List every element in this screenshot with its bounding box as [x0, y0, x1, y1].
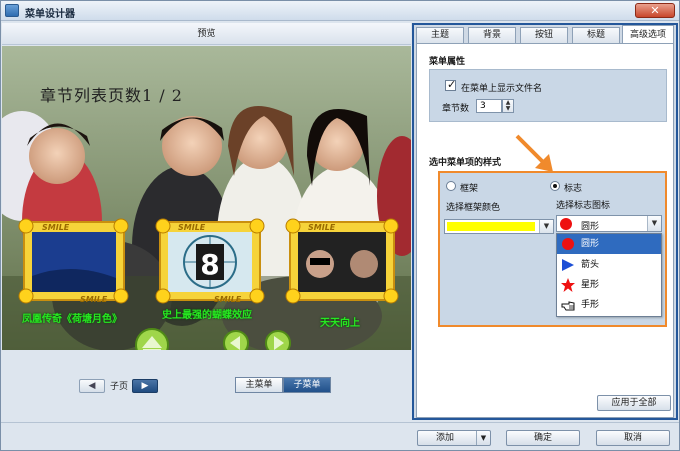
frame-text-1: SMILE — [42, 223, 70, 232]
frame-color-picker[interactable]: ▼ — [444, 219, 554, 234]
show-filename-checkbox[interactable]: ✓ — [445, 78, 457, 91]
menu-item-label-1[interactable]: 凤凰传奇《荷塘月色》 — [22, 310, 122, 325]
dropdown-item-arrow[interactable]: 箭头 — [557, 255, 661, 275]
prev-subpage-button[interactable]: ◀ — [79, 379, 105, 393]
thumbnail-number: 8 — [200, 248, 219, 281]
dropdown-item-star[interactable]: 星形 — [557, 275, 661, 295]
dialog-footer: 添加 ▼ 确定 取消 — [1, 422, 679, 450]
preview-navigation: ◀ 子页 ▶ 主菜单 子菜单 — [2, 363, 411, 393]
settings-panel: 主题 背景 按钮 标题 高级选项 菜单属性 ✓ 在菜单上显示文件名 章节数 3 … — [412, 23, 678, 420]
star-icon — [561, 278, 575, 292]
frame-radio[interactable] — [446, 181, 456, 191]
tab-background[interactable]: 背景 — [468, 27, 516, 43]
arrow-icon — [562, 259, 574, 271]
sub-menu-button[interactable]: 子菜单 — [283, 377, 331, 393]
preview-panel: 预览 8 SMILE SMILE SMILE SMILE SMILE 章节列表页… — [2, 23, 411, 420]
menu-item-label-2[interactable]: 史上最强的蝴蝶效应 — [162, 306, 252, 321]
tab-buttons[interactable]: 按钮 — [520, 27, 568, 43]
advanced-options-page: 菜单属性 ✓ 在菜单上显示文件名 章节数 3 ▲ ▼ 选中菜单项的样式 框架 标… — [416, 43, 674, 418]
frame-color-swatch — [447, 222, 535, 231]
ok-button[interactable]: 确定 — [506, 430, 580, 446]
marker-icon-label: 选择标志图标 — [556, 201, 611, 211]
chevron-down-icon[interactable]: ▼ — [476, 431, 490, 445]
chapter-count-label: 章节数 — [442, 104, 470, 114]
marker-icon-value: 圆形 — [581, 222, 600, 232]
tab-theme[interactable]: 主题 — [416, 27, 464, 43]
dropdown-item-hand[interactable]: 手形 — [557, 295, 661, 315]
menu-preview-canvas: 8 SMILE SMILE SMILE SMILE SMILE 章节列表页数1 … — [2, 46, 411, 350]
frame-text-4: SMILE — [80, 295, 108, 304]
main-menu-button[interactable]: 主菜单 — [235, 377, 283, 393]
title-bar: 菜单设计器 ✕ — [1, 1, 679, 21]
app-icon — [5, 4, 19, 17]
selected-style-title: 选中菜单项的样式 — [429, 158, 502, 168]
frame-text-2: SMILE — [178, 223, 206, 232]
prev-page-nav-icon[interactable] — [223, 330, 249, 350]
menu-designer-window: 菜单设计器 ✕ 预览 8 SMILE SMILE SMILE SMILE SMI… — [0, 0, 680, 451]
next-page-nav-icon[interactable] — [265, 330, 291, 350]
subpage-label: 子页 — [110, 382, 129, 392]
settings-tabs: 主题 背景 按钮 标题 高级选项 — [414, 25, 676, 43]
menu-page-heading: 章节列表页数1 / 2 — [40, 86, 183, 105]
thumbnail-frame-3[interactable] — [289, 221, 395, 301]
menu-properties-group: ✓ 在菜单上显示文件名 章节数 3 ▲ ▼ — [429, 69, 667, 122]
circle-icon — [560, 218, 572, 230]
add-button-label: 添加 — [436, 433, 455, 443]
tab-title[interactable]: 标题 — [572, 27, 620, 43]
frame-option-label: 框架 — [460, 184, 479, 194]
selected-style-group: 框架 标志 选择框架颜色 选择标志图标 ▼ 圆形 ▼ 圆形 箭头 星形 手形 — [438, 171, 667, 327]
close-button[interactable]: ✕ — [635, 3, 675, 18]
chevron-down-icon[interactable]: ▼ — [647, 216, 661, 231]
frame-text-3: SMILE — [308, 223, 336, 232]
chevron-down-icon[interactable]: ▼ — [539, 220, 553, 233]
circle-icon — [562, 238, 574, 250]
hand-icon — [561, 301, 575, 311]
callout-arrow-icon — [515, 134, 553, 172]
add-button[interactable]: 添加 ▼ — [417, 430, 491, 446]
next-subpage-button[interactable]: ▶ — [132, 379, 158, 393]
show-filename-label: 在菜单上显示文件名 — [461, 84, 543, 94]
tab-advanced-options[interactable]: 高级选项 — [622, 25, 674, 43]
menu-item-label-3[interactable]: 天天向上 — [320, 314, 360, 329]
chapter-count-stepper[interactable]: ▲ ▼ — [502, 99, 514, 113]
frame-text-5: SMILE — [214, 295, 242, 304]
thumbnail-frame-1[interactable] — [23, 221, 125, 301]
marker-icon-select[interactable]: 圆形 ▼ — [556, 215, 662, 232]
apply-to-all-button[interactable]: 应用于全部 — [597, 395, 671, 411]
chapter-count-input[interactable]: 3 — [476, 99, 502, 113]
marker-option-label: 标志 — [564, 184, 583, 194]
window-title: 菜单设计器 — [25, 9, 75, 20]
frame-color-label: 选择框架颜色 — [446, 203, 501, 213]
checkmark-icon: ✓ — [447, 78, 457, 91]
marker-radio[interactable] — [550, 181, 560, 191]
preview-header: 预览 — [2, 23, 411, 45]
thumbnail-frame-2[interactable]: 8 — [159, 221, 261, 301]
menu-properties-title: 菜单属性 — [429, 57, 466, 67]
cancel-button[interactable]: 取消 — [596, 430, 670, 446]
marker-icon-dropdown: 圆形 箭头 星形 手形 — [556, 233, 662, 317]
dropdown-item-circle[interactable]: 圆形 — [557, 234, 661, 254]
